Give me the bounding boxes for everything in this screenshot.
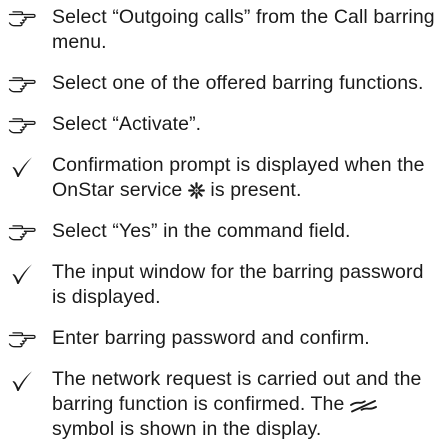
hand-pointer-icon: [8, 332, 36, 348]
step-3-text: Select “Activate”.: [52, 113, 202, 135]
step-2-text: Select one of the offered barring functi…: [52, 72, 424, 94]
step-4: Confirmation prompt is displayed when th…: [0, 153, 441, 203]
checkmark-icon: [12, 371, 32, 391]
step-5-text: Select “Yes” in the command field.: [52, 220, 351, 242]
step-4-text-b: is present.: [204, 179, 302, 201]
hand-pointer-icon: [8, 11, 36, 27]
step-5: Select “Yes” in the command field.: [0, 219, 441, 244]
step-8-text-b: symbol is shown in the display.: [52, 418, 322, 440]
step-2: Select one of the offered barring functi…: [0, 71, 441, 96]
step-6: The input window for the barring passwor…: [0, 260, 441, 310]
hand-pointer-icon: [8, 77, 36, 93]
step-1-text: Select “Outgoing calls” from the Call ba…: [52, 6, 435, 53]
hand-pointer-icon: [8, 225, 36, 241]
checkmark-icon: [12, 264, 32, 284]
step-7-text: Enter barring password and confirm.: [52, 327, 370, 349]
step-1: Select “Outgoing calls” from the Call ba…: [0, 5, 441, 55]
step-6-text: The input window for the barring passwor…: [52, 261, 424, 308]
step-8: The network request is carried out and t…: [0, 367, 441, 442]
instruction-steps: Select “Outgoing calls” from the Call ba…: [0, 0, 441, 440]
call-barring-symbol-icon: [350, 400, 377, 413]
step-7: Enter barring password and confirm.: [0, 326, 441, 351]
hand-pointer-icon: [8, 118, 36, 134]
onstar-service-icon: [187, 182, 205, 199]
step-3: Select “Activate”.: [0, 112, 441, 137]
checkmark-icon: [12, 157, 32, 177]
